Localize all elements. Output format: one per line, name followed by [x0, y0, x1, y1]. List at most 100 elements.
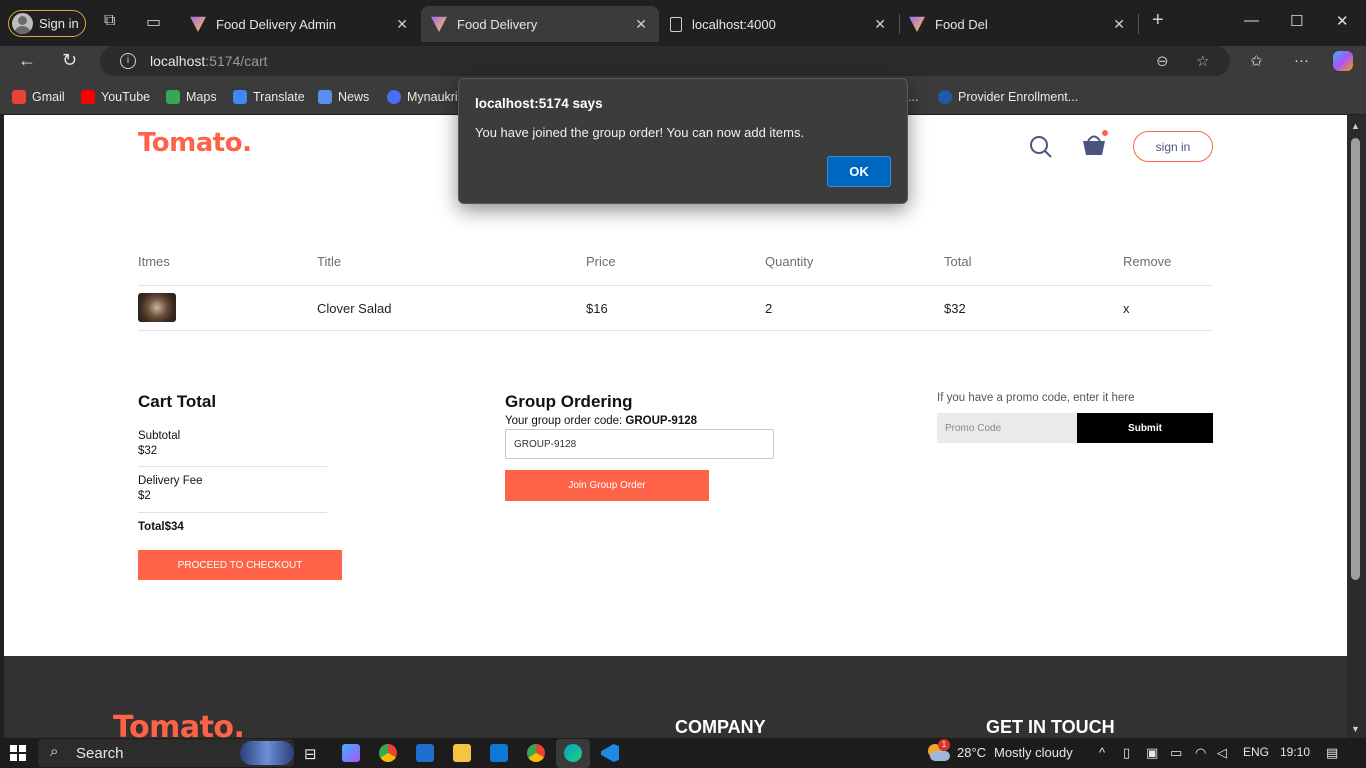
more-menu-icon[interactable]: ··· — [1294, 52, 1309, 69]
network-status-icon[interactable]: ▣ — [1146, 745, 1158, 761]
minimize-icon[interactable]: — — [1244, 12, 1259, 29]
bookmark-youtube[interactable]: YouTube — [81, 88, 150, 106]
chrome-icon[interactable] — [527, 744, 545, 762]
back-icon[interactable]: ← — [18, 50, 36, 71]
bookmark-maps[interactable]: Maps — [166, 88, 217, 106]
translate-icon — [233, 90, 247, 104]
weather-temperature: 28°C — [957, 745, 987, 760]
bookmark-gmail[interactable]: Gmail — [12, 88, 65, 106]
browser-signin-label: Sign in — [39, 16, 79, 31]
maximize-icon[interactable]: ☐ — [1290, 12, 1303, 30]
column-header-items: Itmes — [138, 254, 170, 269]
close-tab-icon[interactable]: ✕ — [635, 16, 647, 33]
scroll-up-icon[interactable]: ▲ — [1351, 121, 1360, 131]
weather-badge: 1 — [938, 739, 950, 751]
volume-icon[interactable]: ◁ — [1217, 745, 1227, 761]
tab-label: localhost:4000 — [692, 16, 776, 32]
mynaukri-icon — [387, 90, 401, 104]
bookmark-truncated[interactable]: ... — [908, 88, 918, 106]
basket-icon[interactable] — [1080, 130, 1110, 158]
group-code-line: Your group order code: GROUP-9128 — [505, 415, 697, 427]
tab-separator — [1138, 14, 1139, 34]
totals-divider — [138, 466, 327, 467]
bookmark-mynaukri[interactable]: Mynaukri — [387, 88, 458, 106]
totals-divider — [138, 512, 327, 513]
favorites-icon[interactable]: ✩ — [1250, 52, 1263, 70]
weather-icon[interactable]: 1 — [926, 739, 950, 762]
signin-button[interactable]: sign in — [1133, 131, 1213, 162]
bookmark-provider-enrollment[interactable]: Provider Enrollment... — [938, 88, 1078, 106]
favorite-star-icon[interactable]: ☆ — [1196, 52, 1209, 70]
scroll-down-icon[interactable]: ▼ — [1351, 724, 1360, 734]
bookmark-label: Gmail — [32, 90, 65, 104]
windows-start-icon[interactable] — [10, 745, 26, 761]
cart-total-heading: Cart Total — [138, 392, 217, 411]
taskbar-search-label: Search — [76, 745, 124, 762]
copilot-icon[interactable] — [1333, 51, 1353, 71]
delivery-fee-value: $2 — [138, 490, 151, 502]
promo-submit-button[interactable]: Submit — [1077, 413, 1213, 443]
tab-localhost-4000[interactable]: localhost:4000 ✕ — [660, 6, 898, 42]
file-explorer-icon[interactable] — [453, 744, 471, 762]
vite-icon — [431, 16, 447, 32]
footer-contact-heading: GET IN TOUCH — [986, 717, 1115, 737]
tab-label: Food Del — [935, 16, 988, 32]
delivery-fee-label: Delivery Fee — [138, 475, 203, 487]
store-icon[interactable] — [416, 744, 434, 762]
tab-food-delivery[interactable]: Food Delivery ✕ — [421, 6, 659, 42]
promo-code-input[interactable]: Promo Code — [937, 413, 1077, 443]
language-indicator[interactable]: ENG — [1243, 745, 1269, 759]
notifications-icon[interactable]: ▤ — [1326, 745, 1338, 761]
tab-food-del[interactable]: Food Del ✕ — [899, 6, 1137, 42]
food-thumbnail — [138, 293, 176, 322]
tab-actions-icon[interactable]: ▭ — [146, 12, 161, 32]
new-tab-icon[interactable]: + — [1152, 9, 1164, 32]
tab-label: Food Delivery Admin — [216, 16, 336, 32]
gmail-icon — [12, 90, 26, 104]
copilot-taskbar-icon[interactable] — [342, 744, 360, 762]
maps-icon — [166, 90, 180, 104]
browser-signin-button[interactable]: Sign in — [8, 10, 86, 37]
close-tab-icon[interactable]: ✕ — [874, 16, 886, 33]
weather-description: Mostly cloudy — [994, 745, 1073, 760]
remove-item-button[interactable]: x — [1123, 301, 1130, 316]
proceed-to-checkout-button[interactable]: PROCEED TO CHECKOUT — [138, 550, 342, 580]
site-logo[interactable]: Tomato. — [138, 128, 252, 158]
table-divider — [138, 285, 1213, 286]
page-footer: Tomato. COMPANY GET IN TOUCH — [4, 656, 1347, 738]
column-header-price: Price — [586, 254, 616, 269]
group-code-input[interactable]: GROUP-9128 — [505, 429, 774, 459]
close-tab-icon[interactable]: ✕ — [396, 16, 408, 33]
address-bar[interactable]: i localhost:5174/cart — [100, 46, 1230, 76]
show-hidden-icons-icon[interactable]: ^ — [1099, 745, 1105, 760]
search-highlight-image — [240, 741, 294, 765]
url-path: :5174/cart — [205, 53, 268, 69]
total-value: $34 — [164, 521, 184, 533]
search-icon[interactable] — [1029, 135, 1053, 159]
tab-food-delivery-admin[interactable]: Food Delivery Admin ✕ — [180, 6, 420, 42]
close-window-icon[interactable]: ✕ — [1336, 12, 1349, 30]
edge-icon[interactable] — [564, 744, 582, 762]
item-title: Clover Salad — [317, 301, 392, 316]
scrollbar-thumb[interactable] — [1351, 138, 1360, 580]
mail-icon[interactable] — [490, 744, 508, 762]
refresh-icon[interactable]: ↻ — [62, 50, 77, 71]
wifi-icon[interactable]: ◠ — [1195, 745, 1206, 761]
device-icon[interactable]: ▯ — [1123, 745, 1130, 761]
item-price: $16 — [586, 301, 608, 316]
battery-icon[interactable]: ▭ — [1170, 745, 1182, 761]
join-group-order-button[interactable]: Join Group Order — [505, 470, 709, 501]
provider-icon — [938, 90, 952, 104]
zoom-icon[interactable]: ⊖ — [1156, 52, 1169, 70]
clock[interactable]: 19:10 — [1280, 745, 1310, 759]
chrome-icon[interactable] — [379, 744, 397, 762]
close-tab-icon[interactable]: ✕ — [1113, 16, 1125, 33]
workspaces-icon[interactable]: ⧉ — [104, 12, 115, 30]
dialog-ok-button[interactable]: OK — [827, 156, 891, 187]
bookmark-translate[interactable]: Translate — [233, 88, 305, 106]
taskbar-search-icon: ⌕ — [50, 743, 59, 760]
bookmark-news[interactable]: News — [318, 88, 369, 106]
site-info-icon[interactable]: i — [120, 53, 136, 69]
task-view-icon[interactable]: ⊟ — [304, 745, 317, 763]
bookmark-label: Mynaukri — [407, 90, 458, 104]
